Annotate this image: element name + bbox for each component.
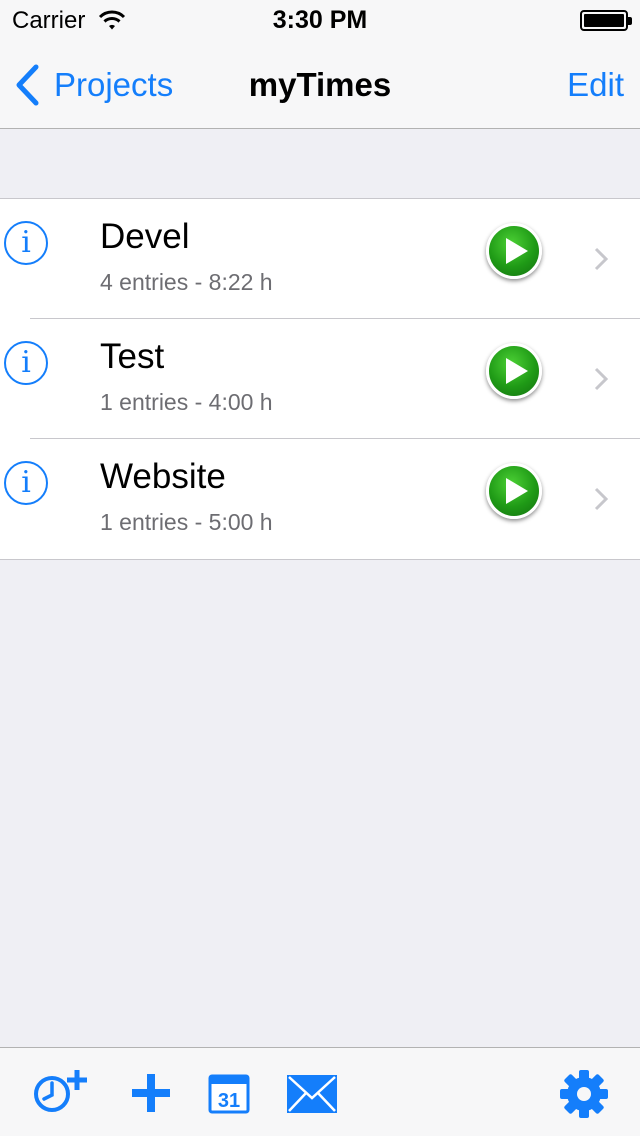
back-button[interactable]: Projects bbox=[14, 62, 173, 108]
play-button[interactable] bbox=[486, 343, 542, 399]
play-icon bbox=[506, 238, 528, 264]
chevron-right-icon bbox=[594, 367, 608, 391]
gear-icon bbox=[560, 1070, 608, 1118]
project-row-test[interactable]: i Test 1 entries - 4:00 h bbox=[0, 319, 640, 439]
project-name: Website bbox=[100, 457, 226, 496]
play-button[interactable] bbox=[486, 463, 542, 519]
mail-button[interactable] bbox=[286, 1074, 338, 1114]
project-summary: 4 entries - 8:22 h bbox=[100, 269, 273, 295]
calendar-day-label: 31 bbox=[218, 1090, 240, 1112]
plus-icon bbox=[132, 1074, 170, 1112]
play-button[interactable] bbox=[486, 223, 542, 279]
project-row-devel[interactable]: i Devel 4 entries - 8:22 h bbox=[0, 199, 640, 319]
project-summary: 1 entries - 5:00 h bbox=[100, 509, 273, 535]
project-summary: 1 entries - 4:00 h bbox=[100, 389, 273, 415]
status-bar: Carrier 3:30 PM bbox=[0, 0, 640, 40]
play-icon bbox=[506, 358, 528, 384]
chevron-right-icon bbox=[594, 487, 608, 511]
back-chevron-icon bbox=[16, 64, 39, 106]
info-icon[interactable]: i bbox=[4, 341, 48, 385]
toolbar: 31 bbox=[0, 1047, 640, 1136]
add-project-button[interactable] bbox=[130, 1072, 172, 1114]
project-list: i Devel 4 entries - 8:22 h i Test 1 entr… bbox=[0, 198, 640, 560]
play-icon bbox=[506, 478, 528, 504]
status-time: 3:30 PM bbox=[272, 6, 368, 34]
calendar-button[interactable]: 31 bbox=[208, 1072, 250, 1114]
back-label: Projects bbox=[54, 66, 174, 103]
project-name: Test bbox=[100, 337, 165, 376]
nav-bar: Projects myTimes Edit bbox=[0, 40, 640, 129]
info-icon[interactable]: i bbox=[4, 461, 48, 505]
calendar-icon: 31 bbox=[208, 1074, 250, 1114]
chevron-right-icon bbox=[594, 247, 608, 271]
settings-button[interactable] bbox=[558, 1068, 610, 1120]
info-icon[interactable]: i bbox=[4, 221, 48, 265]
battery-icon bbox=[580, 10, 632, 31]
project-row-website[interactable]: i Website 1 entries - 5:00 h bbox=[0, 439, 640, 559]
mail-icon bbox=[287, 1075, 337, 1113]
screen: Carrier 3:30 PM Projects myTimes Edit i … bbox=[0, 0, 640, 1136]
add-timer-button[interactable] bbox=[30, 1068, 94, 1116]
project-name: Devel bbox=[100, 217, 190, 256]
add-timer-icon bbox=[34, 1070, 87, 1112]
edit-button[interactable]: Edit bbox=[567, 66, 624, 104]
